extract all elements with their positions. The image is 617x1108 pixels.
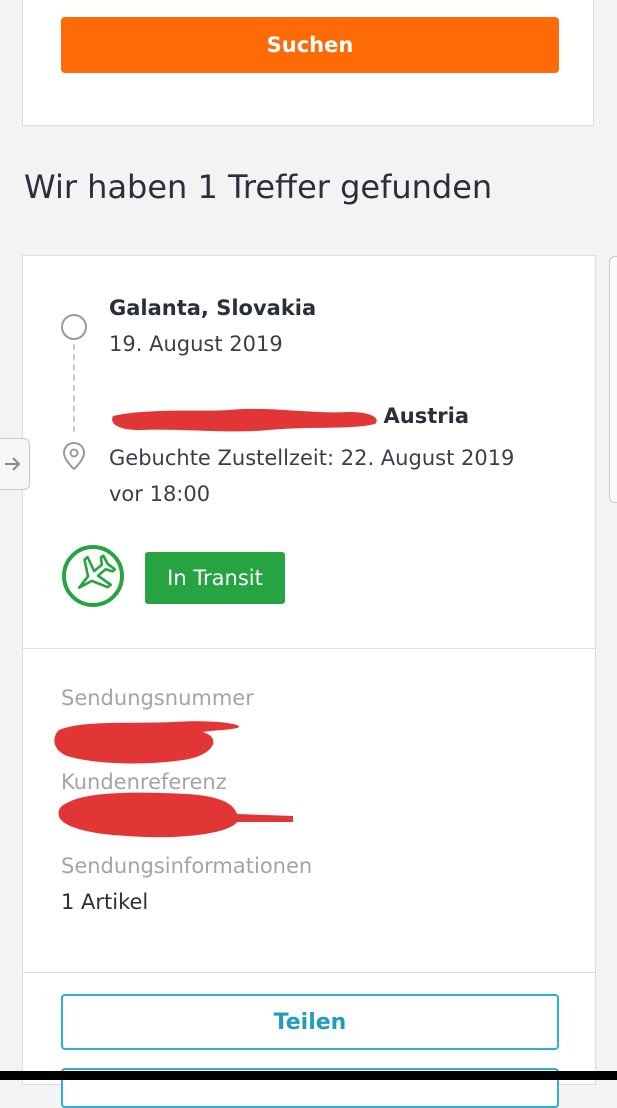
airplane-icon [62, 545, 124, 607]
divider [23, 648, 595, 649]
search-card: Suchen [22, 0, 594, 126]
status-badge: In Transit [145, 552, 285, 604]
redaction-mark [54, 721, 240, 764]
tracking-number-label: Sendungsnummer [61, 686, 254, 710]
system-bar [0, 1071, 617, 1080]
right-side-panel-edge[interactable] [609, 256, 617, 503]
route-line [73, 344, 75, 432]
divider [23, 972, 595, 973]
search-button[interactable]: Suchen [61, 17, 559, 73]
redaction-mark [112, 408, 377, 432]
share-button[interactable]: Teilen [61, 994, 559, 1050]
shipment-info-value: 1 Artikel [61, 890, 149, 914]
destination-city: Austria [109, 404, 469, 434]
side-panel-handle[interactable] [0, 438, 30, 490]
shipment-info-label: Sendungsinformationen [61, 854, 313, 878]
origin-marker-icon [61, 314, 87, 340]
arrow-right-icon [5, 457, 21, 471]
shipment-card: Galanta, Slovakia 19. August 2019 Austri… [22, 255, 596, 1108]
redaction-mark [58, 792, 293, 838]
destination-country: Austria [383, 404, 469, 428]
location-pin-icon [62, 441, 86, 471]
delivery-time: Gebuchte Zustellzeit: 22. August 2019 vo… [109, 446, 515, 506]
results-title: Wir haben 1 Treffer gefunden [24, 168, 493, 206]
origin-city: Galanta, Slovakia [109, 296, 317, 320]
origin-date: 19. August 2019 [109, 332, 283, 356]
